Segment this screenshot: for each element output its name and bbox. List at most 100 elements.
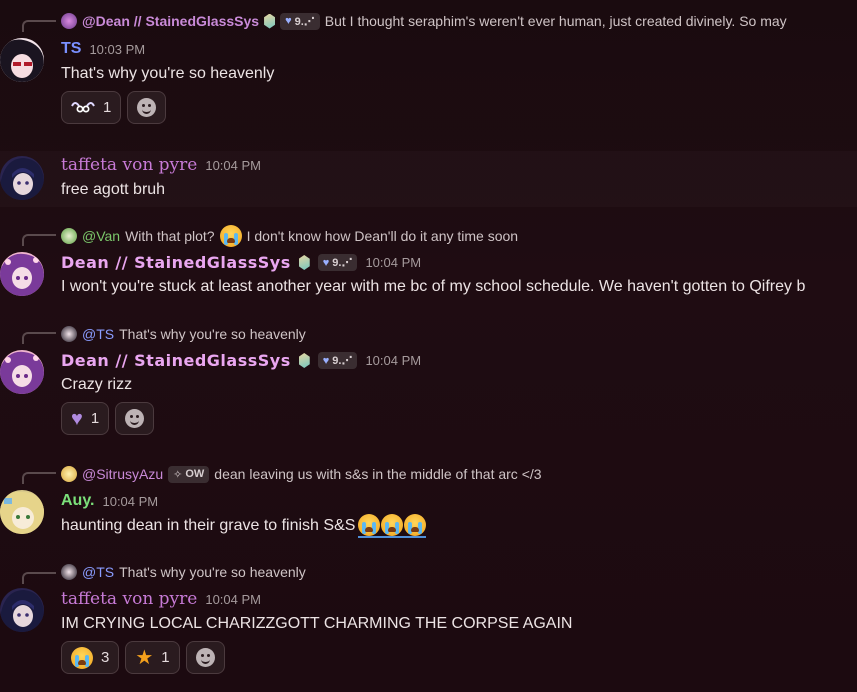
reply-mention[interactable]: @Van xyxy=(82,228,120,244)
message-group: @SitrusyAzu ✧ OW dean leaving us with s&s… xyxy=(0,456,857,546)
clan-tag-label: 9.⋰ xyxy=(332,257,353,269)
reply-text: dean leaving us with s&s in the middle o… xyxy=(214,466,542,482)
reply-preview[interactable]: @SitrusyAzu ✧ OW dean leaving us with s&s… xyxy=(61,463,542,485)
reply-mention[interactable]: @SitrusyAzu xyxy=(82,466,163,482)
reply-preview[interactable]: @Dean // StainedGlassSys ♥ 9.⋰ But I thou… xyxy=(61,10,787,32)
reply-text: That's why you're so heavenly xyxy=(119,564,306,580)
purple-heart-emoji-icon: ♥ xyxy=(71,407,83,430)
timestamp: 10:04 PM xyxy=(365,255,422,270)
reaction-purple-heart[interactable]: ♥ 1 xyxy=(61,402,110,435)
message-group: @Dean // StainedGlassSys ♥ 9.⋰ But I thou… xyxy=(0,0,857,140)
author-name[interactable]: TS xyxy=(61,40,81,58)
reactions-bar: 3 ★ 1 xyxy=(61,641,225,674)
author-name[interactable]: Dean // StainedGlassSys xyxy=(61,351,291,370)
crying-emoji-icon xyxy=(219,225,242,247)
reactions-bar: 1 xyxy=(61,91,167,124)
message-text: Crazy rizz xyxy=(61,376,133,393)
reaction-count: 3 xyxy=(101,649,110,666)
reply-preview[interactable]: @Van With that plot? I don't know how De… xyxy=(61,225,518,247)
reply-mention[interactable]: @TS xyxy=(82,326,114,342)
clan-tag-label: 9.⋰ xyxy=(332,355,353,367)
clan-tag[interactable]: ♥ 9.⋰ xyxy=(317,254,358,271)
crying-emoji-icon xyxy=(404,514,427,536)
reply-connector xyxy=(22,332,56,344)
crying-emoji-icon xyxy=(71,646,93,669)
reaction-count: 1 xyxy=(103,99,112,116)
reaction-star[interactable]: ★ 1 xyxy=(125,641,180,674)
add-reaction-button[interactable] xyxy=(127,91,167,124)
message-text: IM CRYING LOCAL CHARIZZGOTT CHARMING THE… xyxy=(61,615,573,632)
reply-avatar xyxy=(61,228,77,244)
diamond-icon: ✧ xyxy=(173,468,183,481)
crying-emoji-group xyxy=(358,514,427,538)
crying-emoji-icon xyxy=(381,514,404,536)
author-name[interactable]: Auy. xyxy=(61,492,94,510)
message-text: That's why you're so heavenly xyxy=(61,65,275,82)
message-header: Auy. 10:04 PM xyxy=(61,492,158,510)
avatar[interactable] xyxy=(0,350,44,394)
author-name[interactable]: taffeta von pyre xyxy=(61,155,197,175)
avatar[interactable] xyxy=(0,588,44,632)
smile-icon xyxy=(137,98,157,117)
reply-connector xyxy=(22,234,56,246)
timestamp: 10:04 PM xyxy=(205,157,261,173)
reply-mention[interactable]: @Dean // StainedGlassSys xyxy=(82,13,259,29)
reply-text: But I thought seraphim's weren't ever hu… xyxy=(324,13,787,29)
reply-connector xyxy=(22,572,56,584)
clan-tag-label: 9.⋰ xyxy=(294,15,315,28)
message-text: I won't you're stuck at least another ye… xyxy=(61,278,806,295)
message-group: taffeta von pyre 10:04 PM free agott bru… xyxy=(0,151,857,207)
message-text: free agott bruh xyxy=(61,181,166,198)
clan-tag[interactable]: ♥ 9.⋰ xyxy=(317,352,358,369)
message-group: @Van With that plot? I don't know how De… xyxy=(0,222,857,302)
reaction-angel-eyes[interactable]: 1 xyxy=(61,91,122,124)
message-header: taffeta von pyre 10:04 PM xyxy=(61,589,261,609)
chat-message-list: @Dean // StainedGlassSys ♥ 9.⋰ But I thou… xyxy=(0,0,857,692)
clan-tag[interactable]: ✧ OW xyxy=(168,465,210,483)
heart-icon: ♥ xyxy=(322,256,330,269)
message-header: Dean // StainedGlassSys ♥ 9.⋰ 10:04 PM xyxy=(61,253,421,272)
reply-mention[interactable]: @TS xyxy=(82,564,114,580)
message-header: TS 10:03 PM xyxy=(61,40,145,58)
crying-emoji-icon xyxy=(358,514,381,536)
author-name[interactable]: Dean // StainedGlassSys xyxy=(61,253,291,272)
reaction-count: 1 xyxy=(161,649,170,666)
server-badge-icon xyxy=(264,13,276,29)
reply-preview[interactable]: @TS That's why you're so heavenly xyxy=(61,561,306,583)
reply-text-continued: I don't know how Dean'll do it any time … xyxy=(246,228,519,244)
message-group: @TS That's why you're so heavenly Dean /… xyxy=(0,318,857,448)
timestamp: 10:04 PM xyxy=(205,591,261,607)
timestamp: 10:03 PM xyxy=(89,41,146,57)
reply-text: With that plot? xyxy=(125,228,215,244)
timestamp: 10:04 PM xyxy=(365,353,422,368)
reply-avatar xyxy=(61,326,77,342)
add-reaction-button[interactable] xyxy=(115,402,155,435)
reply-connector xyxy=(22,20,56,32)
avatar[interactable] xyxy=(0,38,44,82)
angel-eyes-emoji-icon xyxy=(71,99,95,117)
server-badge-icon xyxy=(298,255,310,270)
reaction-count: 1 xyxy=(90,410,100,427)
message-header: taffeta von pyre 10:04 PM xyxy=(61,155,261,175)
reaction-crying[interactable]: 3 xyxy=(61,641,120,674)
star-emoji-icon: ★ xyxy=(135,646,154,669)
clan-tag[interactable]: ♥ 9.⋰ xyxy=(280,12,320,30)
reactions-bar: ♥ 1 xyxy=(61,402,155,435)
smile-icon xyxy=(195,648,215,667)
avatar[interactable] xyxy=(0,156,44,200)
message-text: haunting dean in their grave to finish S… xyxy=(61,514,427,538)
server-badge-icon xyxy=(298,353,310,368)
clan-tag-label: OW xyxy=(185,468,205,480)
heart-icon: ♥ xyxy=(322,354,330,367)
avatar[interactable] xyxy=(0,490,44,534)
reply-text: That's why you're so heavenly xyxy=(119,326,306,342)
timestamp: 10:04 PM xyxy=(102,493,159,509)
add-reaction-button[interactable] xyxy=(185,641,225,674)
message-text-body: haunting dean in their grave to finish S… xyxy=(61,517,356,535)
author-name[interactable]: taffeta von pyre xyxy=(61,589,197,609)
message-header: Dean // StainedGlassSys ♥ 9.⋰ 10:04 PM xyxy=(61,351,421,370)
reply-preview[interactable]: @TS That's why you're so heavenly xyxy=(61,323,306,345)
reply-connector xyxy=(22,472,56,484)
avatar[interactable] xyxy=(0,252,44,296)
smile-icon xyxy=(125,409,145,428)
